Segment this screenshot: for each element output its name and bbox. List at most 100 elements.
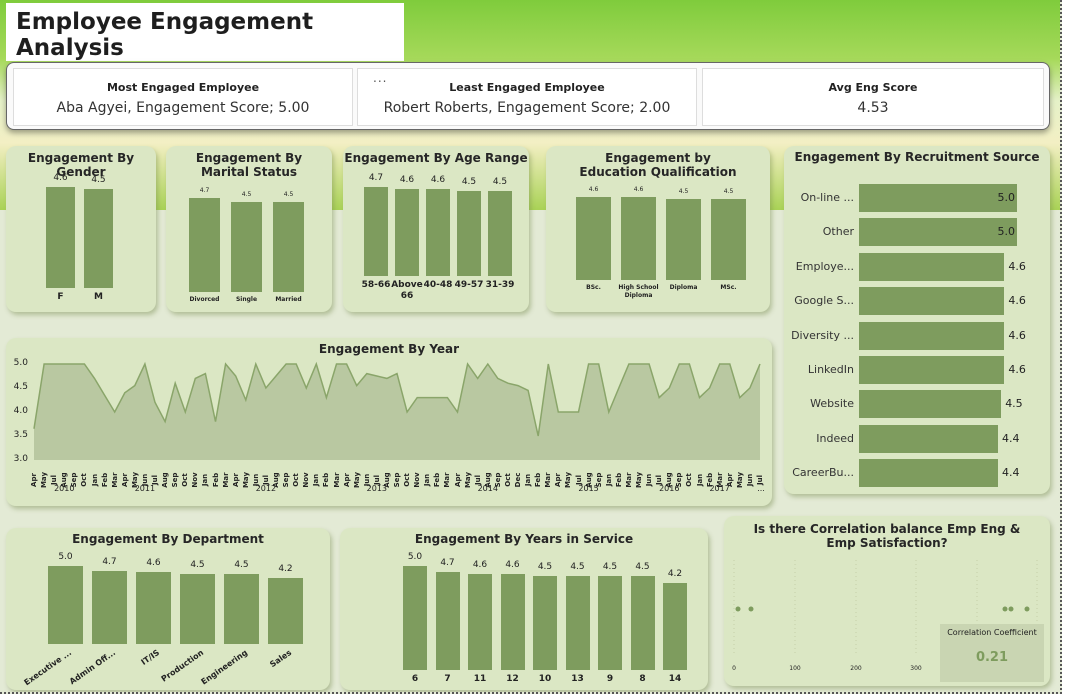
more-options-icon[interactable]: ... (373, 71, 387, 85)
year-month-label: Sep (282, 472, 291, 488)
year-month-label: Mar (221, 472, 230, 488)
recruitment-category-label: Website (810, 397, 854, 411)
recruitment-data-label: 4.5 (1005, 397, 1023, 411)
kpi-most-engaged[interactable]: Most Engaged Employee Aba Agyei, Engagem… (13, 68, 353, 126)
service-data-label: 4.2 (667, 568, 683, 579)
marital-chart-card[interactable]: Engagement By Marital Status 4.7 Divorced… (166, 146, 332, 312)
department-data-label: 4.2 (278, 564, 293, 575)
education-bar (621, 197, 656, 280)
year-month-label: Apr (231, 473, 240, 487)
year-y-tick-label: 3.5 (13, 430, 28, 440)
year-label: 2014 (477, 484, 498, 493)
correlation-chart-card[interactable]: Is there Correlation balance Emp Eng & E… (724, 516, 1050, 686)
correlation-coefficient-box: Correlation Coefficient 0.21 (940, 624, 1044, 682)
year-month-label: Sep (171, 472, 180, 488)
age-bar (426, 188, 450, 276)
marital-bar (189, 198, 220, 292)
department-bar (180, 573, 215, 644)
year-chart-card[interactable]: Engagement By Year 5.0 4.5 4.0 3.5 3.0 Apr May… (6, 338, 772, 506)
kpi-avg-score-label: Avg Eng Score (828, 81, 918, 94)
department-chart-card[interactable]: Engagement By Department 5.0 Executive ..… (6, 528, 330, 690)
year-month-label: Oct (403, 473, 412, 487)
education-chart-card[interactable]: Engagement by Education Qualification 4.… (546, 146, 770, 312)
recruitment-data-label: 5.0 (997, 225, 1016, 239)
year-month-label: Oct (292, 473, 301, 487)
year-month-label: Nov (413, 472, 422, 488)
year-month-label: Feb (211, 472, 220, 488)
year-label: 2010 (54, 484, 75, 493)
service-data-label: 4.5 (537, 562, 553, 573)
kpi-least-engaged[interactable]: Least Engaged Employee Robert Roberts, E… (357, 68, 697, 126)
year-month-label: Jan (90, 473, 99, 487)
year-month-label: May (735, 471, 744, 489)
year-month-label: Oct (80, 473, 89, 487)
recruitment-bar (859, 287, 1005, 316)
service-bar (533, 576, 557, 670)
education-data-label: 4.6 (588, 186, 599, 194)
kpi-avg-score[interactable]: Avg Eng Score 4.53 (702, 68, 1044, 126)
year-month-label: Oct (181, 473, 190, 487)
year-month-label: Jan (201, 473, 210, 487)
department-data-label: 4.7 (102, 556, 117, 567)
department-bar (92, 570, 127, 644)
year-month-label: May (241, 471, 250, 489)
department-bar (224, 573, 259, 644)
recruitment-data-label: 4.6 (1008, 259, 1026, 273)
year-month-label: Mar (443, 472, 452, 488)
service-data-label: 4.5 (635, 562, 650, 573)
recruitment-category-label: On-line ... (800, 191, 854, 204)
recruitment-category-label: LinkedIn (807, 363, 854, 376)
recruitment-bar (859, 356, 1005, 384)
recruitment-data-label: 4.6 (1008, 328, 1026, 342)
year-month-label: Dec (514, 472, 522, 488)
service-data-label: 5.0 (407, 552, 423, 562)
kpi-least-engaged-label: Least Engaged Employee (449, 81, 605, 94)
department-data-label: 4.5 (190, 559, 205, 570)
year-month-label: Apr (30, 473, 38, 487)
marital-data-label: 4.7 (199, 187, 210, 194)
recruitment-category-label: Other (822, 225, 854, 239)
service-bar (598, 576, 622, 670)
year-month-label: May (564, 471, 573, 489)
recruitment-chart-title: Engagement By Recruitment Source (794, 150, 1040, 164)
marital-category-label: Married (275, 296, 302, 303)
recruitment-data-label: 5.0 (997, 191, 1016, 204)
department-bar (268, 578, 303, 644)
gender-data-label: 4.5 (91, 175, 106, 185)
year-y-tick-label: 5.0 (13, 358, 28, 368)
kpi-most-engaged-label: Most Engaged Employee (106, 81, 260, 94)
year-area-fill (34, 364, 760, 460)
year-month-label: Nov (191, 472, 200, 488)
gender-chart-card[interactable]: Engagement By Gender 4.6 F 4.5 M (6, 146, 156, 312)
recruitment-data-label: 4.6 (1008, 294, 1026, 308)
year-label: 2011 (134, 484, 156, 493)
year-y-tick-label: 3.0 (13, 454, 28, 464)
recruitment-bar (859, 390, 1002, 419)
year-month-label: Apr (342, 473, 351, 487)
service-bar (663, 582, 687, 670)
age-chart-card[interactable]: Engagement By Age Range 4.7 58-66 4.6 Above… (343, 146, 529, 312)
service-category-label: 14 (668, 674, 682, 684)
year-month-label: May (352, 471, 361, 489)
recruitment-category-label: Diversity ... (791, 328, 854, 342)
education-bar (576, 197, 611, 280)
title-box: Employee Engagement Analysis (6, 3, 404, 61)
age-bar (457, 190, 481, 276)
year-month-label: May (40, 471, 49, 489)
marital-data-label: 4.5 (283, 191, 294, 198)
education-data-label: 4.5 (678, 188, 689, 195)
correlation-x-tick-label: 0 (732, 665, 736, 672)
year-month-label: Jun (745, 473, 754, 487)
kpi-avg-score-value: 4.53 (857, 100, 889, 116)
service-chart-card[interactable]: Engagement By Years in Service 5.0 6 4.7 7 4… (340, 528, 708, 690)
year-label: 2013 (366, 484, 387, 493)
education-data-label: 4.5 (723, 188, 734, 195)
service-data-label: 4.6 (505, 560, 520, 571)
recruitment-bar (859, 424, 999, 453)
education-bar (666, 199, 701, 280)
year-label: 2017 (709, 484, 730, 493)
recruitment-chart-card[interactable]: Engagement By Recruitment Source On-line… (784, 146, 1050, 494)
service-bar (403, 566, 427, 670)
education-data-label: 4.6 (633, 186, 644, 194)
year-more-label: ... (757, 484, 765, 493)
